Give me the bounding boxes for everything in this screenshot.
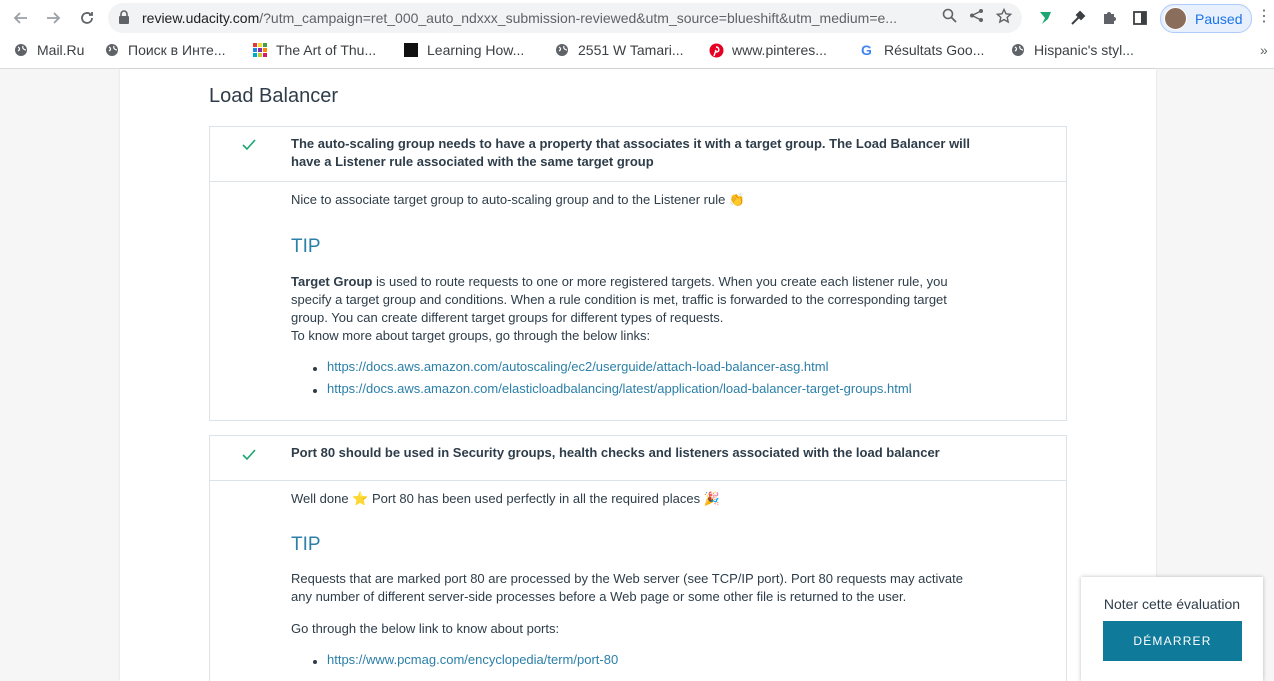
- bookmark-item[interactable]: www.pinteres...: [709, 42, 827, 58]
- share-icon[interactable]: [969, 8, 984, 28]
- extension-bird-icon[interactable]: [1033, 6, 1057, 30]
- browser-toolbar: review.udacity.com/?utm_campaign=ret_000…: [0, 0, 1274, 36]
- bookmarks-bar: Mail.Ru Поиск в Инте... The Art of Thu..…: [0, 36, 1274, 69]
- tip-heading: TIP: [291, 236, 321, 257]
- bookmark-item[interactable]: Learning How...: [404, 42, 524, 58]
- grid-icon: [253, 43, 267, 57]
- globe-icon: [14, 43, 28, 57]
- tip-body: is used to route requests to one or more…: [291, 274, 948, 325]
- check-icon: [241, 448, 257, 467]
- rubric-card: Port 80 should be used in Security group…: [209, 435, 1067, 681]
- avatar: [1164, 7, 1187, 30]
- extensions-puzzle-icon[interactable]: [1097, 6, 1121, 30]
- tip-heading: TIP: [291, 534, 321, 555]
- rubric-card-header: Port 80 should be used in Security group…: [210, 436, 1066, 481]
- list-bullet: [313, 389, 317, 393]
- eyedropper-icon[interactable]: [1066, 6, 1090, 30]
- reload-icon[interactable]: [75, 6, 99, 30]
- back-icon[interactable]: [9, 6, 33, 30]
- criterion-text: The auto-scaling group needs to have a p…: [291, 136, 971, 169]
- bookmark-item[interactable]: G Résultats Goo...: [861, 42, 984, 58]
- cbt-icon: [404, 43, 418, 57]
- zoom-icon[interactable]: [942, 8, 957, 28]
- reference-link[interactable]: https://docs.aws.amazon.com/autoscaling/…: [327, 359, 829, 374]
- check-icon: [241, 138, 257, 157]
- lock-icon[interactable]: [118, 10, 130, 29]
- reference-link[interactable]: https://www.pcmag.com/encyclopedia/term/…: [327, 652, 618, 667]
- address-bar[interactable]: review.udacity.com/?utm_campaign=ret_000…: [108, 3, 1022, 33]
- tip-more-text: Go through the below link to know about …: [291, 621, 560, 636]
- rating-title: Noter cette évaluation: [1103, 596, 1241, 612]
- bookmark-item[interactable]: 2551 W Tamari...: [555, 42, 684, 58]
- reviewer-comment: Nice to associate target group to auto-s…: [291, 192, 746, 207]
- tip-text: Requests that are marked port 80 are pro…: [291, 571, 963, 604]
- bookmark-item[interactable]: The Art of Thu...: [253, 42, 376, 58]
- globe-icon: [555, 43, 569, 57]
- forward-icon[interactable]: [41, 6, 65, 30]
- side-panel-icon[interactable]: [1128, 6, 1152, 30]
- list-bullet: [313, 660, 317, 664]
- start-rating-button[interactable]: DÉMARRER: [1103, 621, 1242, 661]
- google-icon: G: [861, 42, 872, 58]
- tip-text: Target Group is used to route requests t…: [291, 273, 981, 327]
- bookmark-star-icon[interactable]: [995, 7, 1013, 28]
- rubric-card: The auto-scaling group needs to have a p…: [209, 126, 1067, 421]
- criterion-text: Port 80 should be used in Security group…: [291, 445, 940, 460]
- tip-bold-term: Target Group: [291, 274, 373, 289]
- profile-status-label: Paused: [1195, 10, 1243, 27]
- review-page: Load Balancer The auto-scaling group nee…: [120, 69, 1156, 681]
- list-bullet: [313, 367, 317, 371]
- reference-link[interactable]: https://docs.aws.amazon.com/elasticloadb…: [327, 381, 912, 396]
- pinterest-icon: [709, 43, 724, 58]
- rating-widget: Noter cette évaluation DÉMARRER: [1081, 577, 1263, 681]
- globe-icon: [1011, 43, 1025, 57]
- globe-icon: [105, 43, 119, 57]
- menu-kebab-icon[interactable]: ⋮: [1256, 6, 1272, 26]
- bookmark-item[interactable]: Поиск в Инте...: [105, 42, 226, 58]
- bookmark-item[interactable]: Hispanic's styl...: [1011, 42, 1134, 58]
- tip-more-text: To know more about target groups, go thr…: [291, 328, 651, 343]
- rubric-card-header: The auto-scaling group needs to have a p…: [210, 127, 1066, 182]
- section-title: Load Balancer: [209, 85, 338, 107]
- reviewer-comment: Well done ⭐ Port 80 has been used perfec…: [291, 491, 720, 506]
- profile-paused-button[interactable]: Paused: [1160, 4, 1252, 33]
- bookmark-item[interactable]: Mail.Ru: [14, 42, 84, 58]
- more-bookmarks-icon[interactable]: »: [1260, 42, 1268, 58]
- url-text: review.udacity.com/?utm_campaign=ret_000…: [142, 10, 897, 26]
